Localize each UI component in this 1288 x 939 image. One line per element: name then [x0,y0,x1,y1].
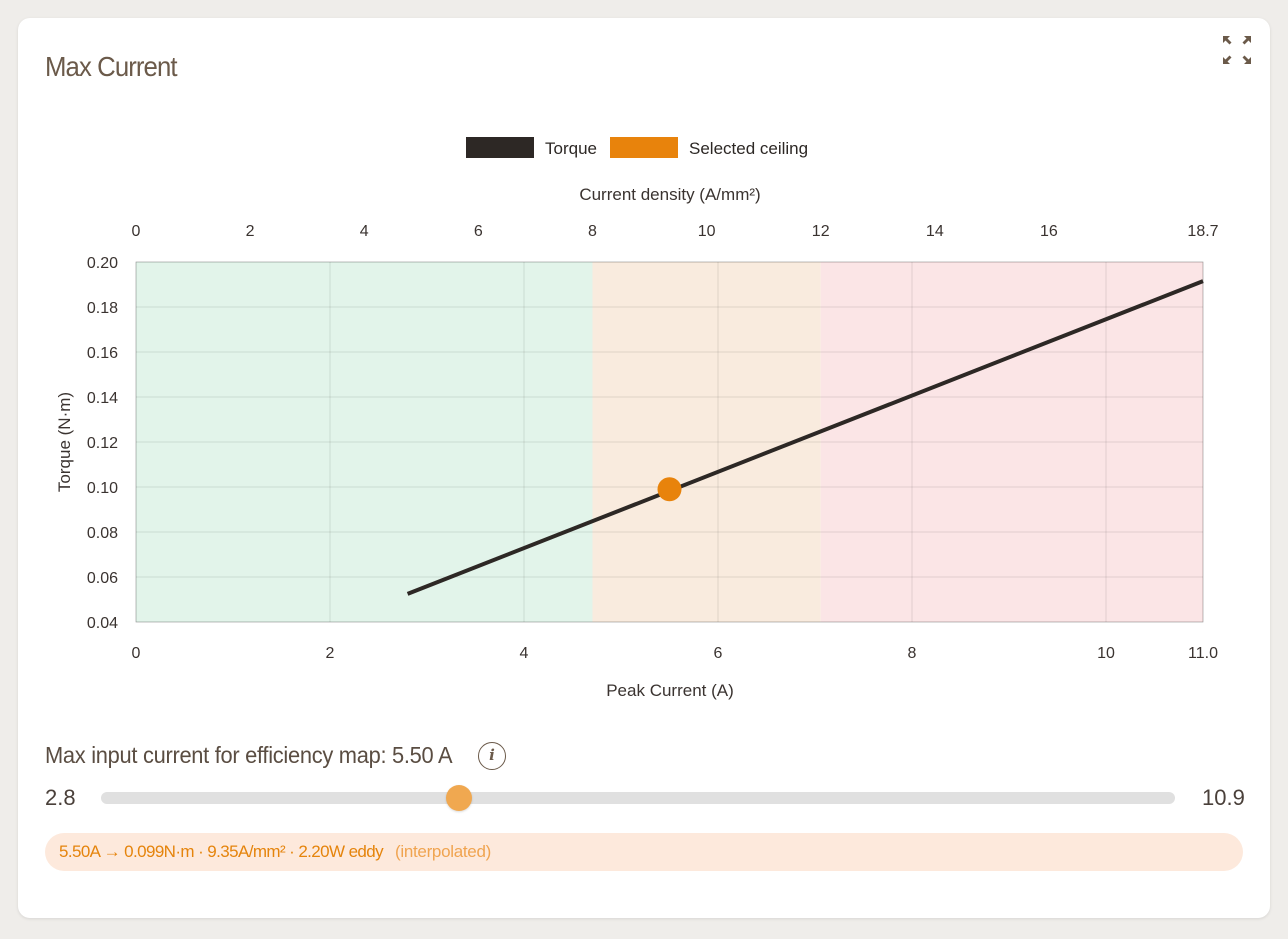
slider-label: Max input current for efficiency map: 5.… [45,742,453,768]
summary-values: 5.50A → 0.099N·m · 9.35A/mm² · 2.20W edd… [59,842,384,861]
y-tick-label: 0.10 [87,480,118,497]
x2-tick-label: 8 [588,223,597,240]
x-tick-label: 0 [132,645,141,662]
x-tick-label: 6 [714,645,723,662]
line-chart: 0 2 4 6 8 10 11.0 0 2 4 6 8 10 12 14 16 18.7 0.20 0.18 0.16… [55,137,1219,700]
x2-tick-label: 14 [926,223,944,240]
x2-tick-label: 6 [474,223,483,240]
x-tick-label: 2 [326,645,335,662]
slider-thumb[interactable] [446,785,472,811]
x2-tick-label: 16 [1040,223,1058,240]
x2-tick-label: 18.7 [1187,223,1218,240]
max-current-slider[interactable] [101,785,1175,811]
x-axis-label: Peak Current (A) [606,681,734,700]
x2-axis-label: Current density (A/mm²) [579,185,760,204]
x-tick-label: 8 [908,645,917,662]
x2-tick-label: 4 [360,223,369,240]
y-tick-label: 0.12 [87,435,118,452]
x2-tick-label: 12 [812,223,830,240]
y-axis-label: Torque (N·m) [55,392,74,492]
result-summary: 5.50A → 0.099N·m · 9.35A/mm² · 2.20W edd… [45,833,1243,871]
y-tick-label: 0.06 [87,570,118,587]
x2-tick-label: 10 [698,223,716,240]
y-tick-label: 0.08 [87,525,118,542]
info-icon[interactable]: i [478,742,506,770]
slider-min-label: 2.8 [45,785,76,810]
x-tick-label: 11.0 [1188,645,1218,662]
y-tick-label: 0.18 [87,300,118,317]
summary-note: (interpolated) [395,842,491,861]
x-tick-label: 4 [520,645,529,662]
slider-max-label: 10.9 [1202,785,1245,810]
y-tick-label: 0.04 [87,615,118,632]
selected-ceiling-point [657,477,682,502]
x-tick-label: 10 [1097,645,1115,662]
legend-swatch [610,137,678,158]
y-tick-label: 0.16 [87,345,118,362]
y-tick-label: 0.20 [87,255,118,272]
y-tick-label: 0.14 [87,390,118,407]
legend-swatch [466,137,534,158]
chart-legend[interactable]: Torque Selected ceiling [466,137,808,158]
legend-label: Selected ceiling [689,139,808,158]
legend-label: Torque [545,139,597,158]
x2-tick-label: 0 [132,223,141,240]
chart-card: Max Current 0 2 4 6 8 10 11.0 0 2 4 6 8 10 12 14 16 18.7… [18,18,1270,918]
x2-tick-label: 2 [246,223,255,240]
